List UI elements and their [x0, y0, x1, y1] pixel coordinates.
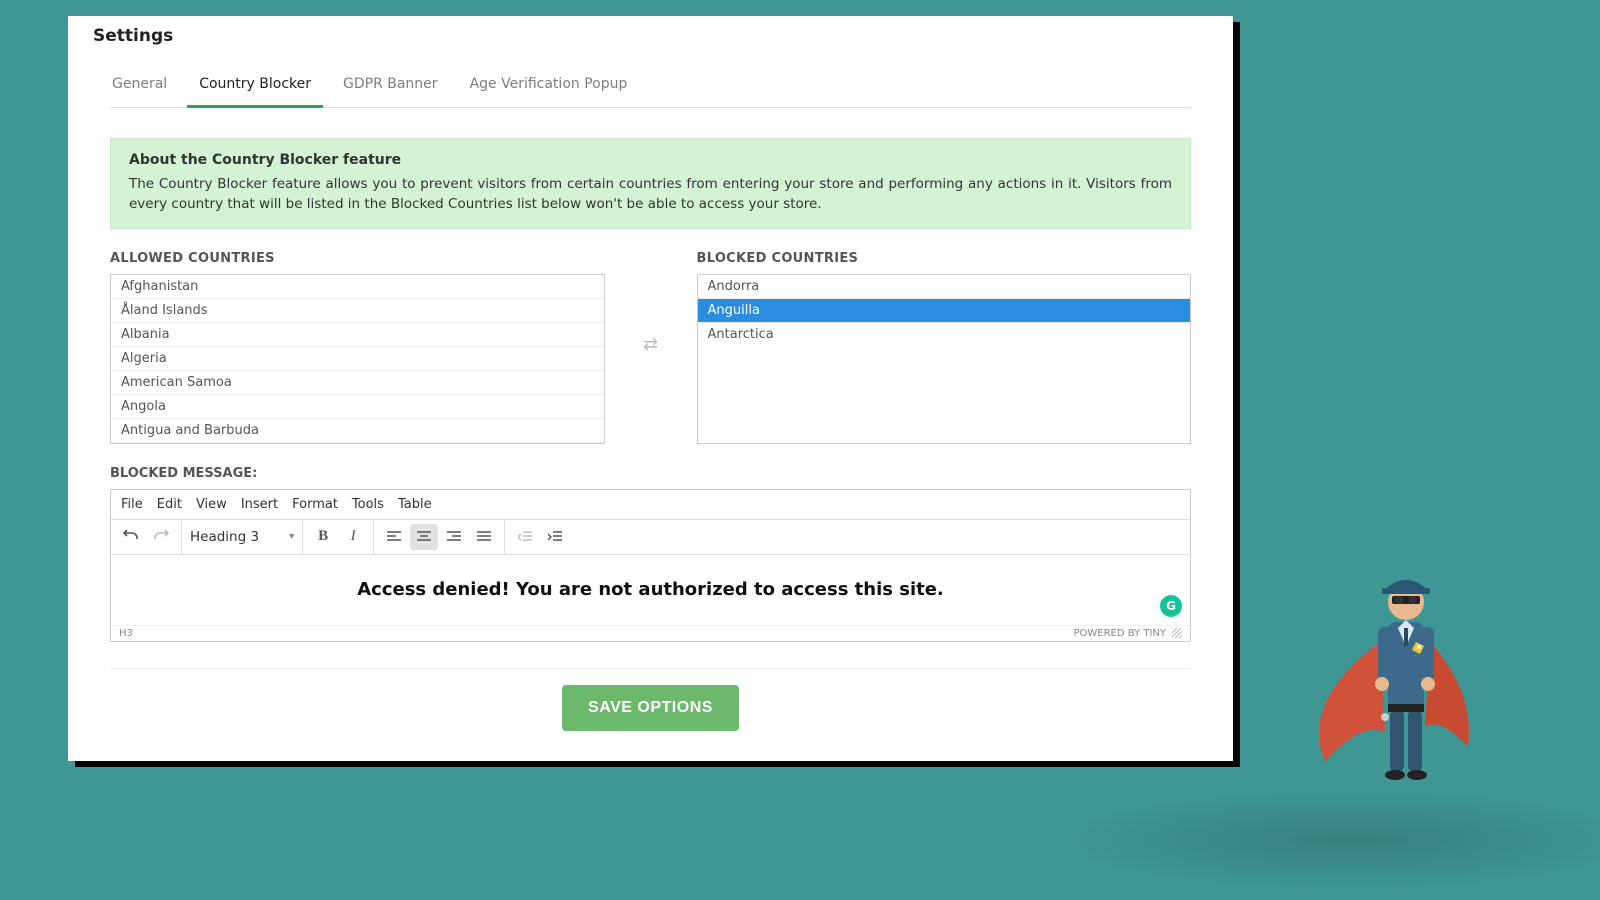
menu-format[interactable]: Format [292, 497, 338, 512]
mascot-shadow [1060, 790, 1600, 890]
mascot-illustration [1320, 562, 1490, 802]
info-body: The Country Blocker feature allows you t… [129, 174, 1172, 215]
list-item[interactable]: Angola [111, 395, 604, 419]
save-options-button[interactable]: SAVE OPTIONS [562, 685, 739, 731]
blocked-message-label: BLOCKED MESSAGE: [110, 466, 1191, 481]
grammarly-icon[interactable]: G [1160, 595, 1182, 617]
menu-view[interactable]: View [196, 497, 227, 512]
list-item[interactable]: Anguilla [698, 299, 1191, 323]
divider [110, 668, 1191, 669]
rich-text-editor: File Edit View Insert Format Tools Table Headi… [110, 489, 1191, 642]
editor-content-area[interactable]: Access denied! You are not authorized to… [111, 555, 1190, 625]
powered-by-label: POWERED BY TINY [1074, 628, 1167, 639]
tab-general[interactable]: General [110, 68, 169, 107]
tabs-row: General Country Blocker GDPR Banner Age … [110, 54, 1191, 108]
list-item[interactable]: Åland Islands [111, 299, 604, 323]
editor-status-path: H3 [119, 628, 133, 639]
editor-content-text: Access denied! You are not authorized to… [357, 579, 944, 600]
align-right-button[interactable] [440, 524, 468, 550]
list-item[interactable]: Argentina [111, 443, 604, 444]
format-select-value: Heading 3 [190, 529, 259, 545]
undo-button[interactable] [117, 524, 145, 550]
align-left-button[interactable] [380, 524, 408, 550]
allowed-countries-heading: ALLOWED COUNTRIES [110, 251, 605, 266]
tab-age-verification[interactable]: Age Verification Popup [468, 68, 630, 107]
settings-panel: Settings General Country Blocker GDPR Ba… [68, 16, 1233, 761]
list-item[interactable]: American Samoa [111, 371, 604, 395]
menu-tools[interactable]: Tools [352, 497, 384, 512]
editor-menubar: File Edit View Insert Format Tools Table [111, 490, 1190, 520]
tab-country-blocker[interactable]: Country Blocker [197, 68, 313, 107]
list-item[interactable]: Albania [111, 323, 604, 347]
allowed-countries-list[interactable]: AfghanistanÅland IslandsAlbaniaAlgeriaAm… [110, 274, 605, 444]
list-item[interactable]: Afghanistan [111, 275, 604, 299]
bold-button[interactable]: B [309, 524, 337, 550]
align-center-button[interactable] [410, 524, 438, 550]
blocked-countries-heading: BLOCKED COUNTRIES [697, 251, 1192, 266]
menu-file[interactable]: File [121, 497, 143, 512]
redo-button[interactable] [147, 524, 175, 550]
swap-icon[interactable]: ⇄ [643, 334, 658, 355]
menu-table[interactable]: Table [398, 497, 432, 512]
list-item[interactable]: Antarctica [698, 323, 1191, 346]
resize-grip-icon[interactable] [1172, 628, 1182, 638]
list-item[interactable]: Algeria [111, 347, 604, 371]
italic-button[interactable]: I [339, 524, 367, 550]
editor-toolbar: Heading 3 ▾ B I [111, 520, 1190, 555]
list-item[interactable]: Antigua and Barbuda [111, 419, 604, 443]
blocked-countries-list[interactable]: AndorraAnguillaAntarctica [697, 274, 1192, 444]
indent-button[interactable] [541, 524, 569, 550]
info-title: About the Country Blocker feature [129, 152, 1172, 168]
chevron-down-icon: ▾ [289, 531, 294, 542]
format-select[interactable]: Heading 3 ▾ [182, 520, 303, 554]
menu-edit[interactable]: Edit [157, 497, 182, 512]
page-title: Settings [68, 16, 1233, 54]
tab-gdpr-banner[interactable]: GDPR Banner [341, 68, 440, 107]
menu-insert[interactable]: Insert [241, 497, 278, 512]
list-item[interactable]: Andorra [698, 275, 1191, 299]
feature-info-box: About the Country Blocker feature The Co… [110, 138, 1191, 229]
align-justify-button[interactable] [470, 524, 498, 550]
outdent-button[interactable] [511, 524, 539, 550]
